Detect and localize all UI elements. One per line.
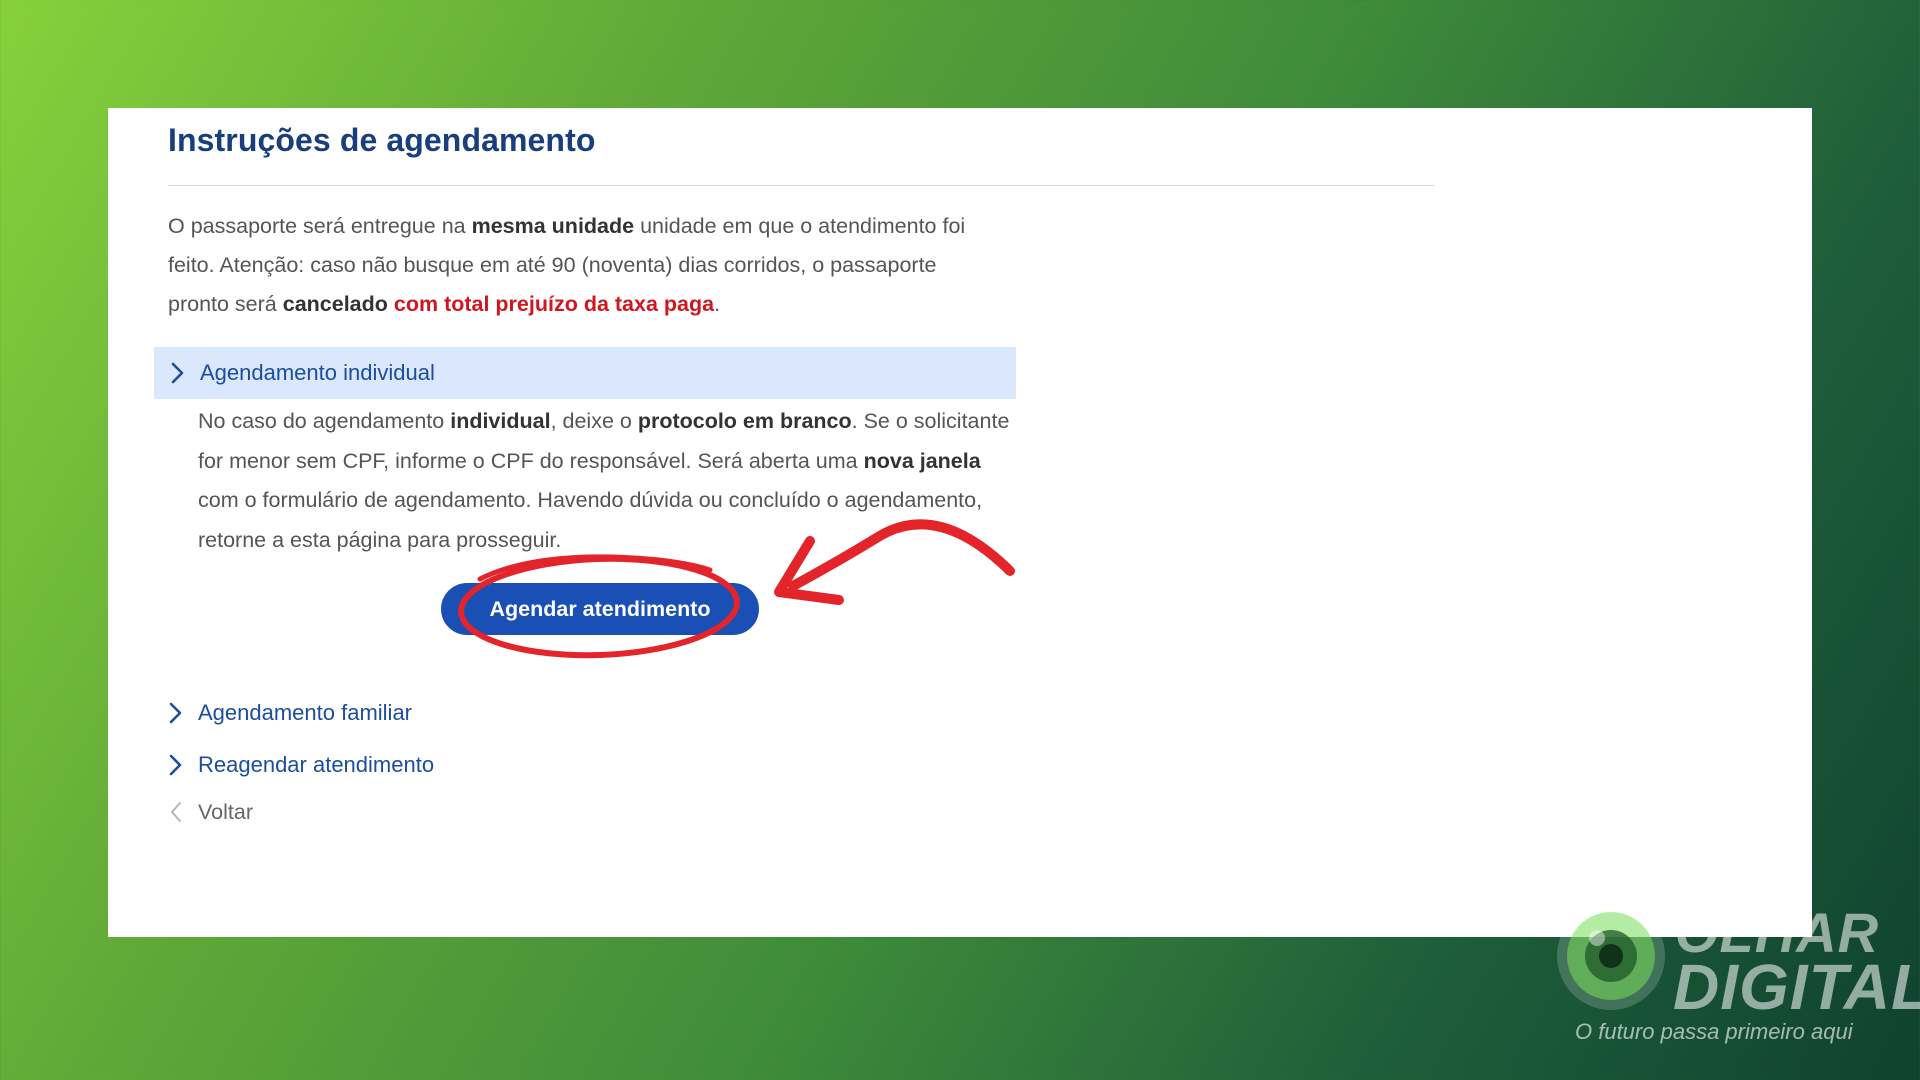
title-divider — [168, 185, 1434, 186]
accordion-familiar-header[interactable]: Agendamento familiar — [162, 699, 412, 727]
individual-text-2: , deixe o — [550, 409, 638, 433]
chevron-right-icon — [162, 699, 190, 727]
intro-warning: com total prejuízo da taxa paga — [393, 292, 715, 316]
annotation-circle-tail — [477, 554, 713, 582]
back-link[interactable]: Voltar — [162, 798, 253, 826]
accordion-reagendar-header[interactable]: Reagendar atendimento — [162, 751, 434, 779]
individual-text-1: No caso do agendamento — [198, 409, 451, 433]
accordion-familiar-label: Agendamento familiar — [198, 700, 413, 725]
accordion-individual-body: No caso do agendamento individual, deixe… — [198, 402, 1018, 560]
schedule-appointment-button[interactable]: Agendar atendimento — [441, 583, 759, 635]
accordion-individual-header[interactable]: Agendamento individual — [154, 347, 1016, 399]
individual-bold-3: nova janela — [863, 448, 981, 473]
watermark-word-2: DIGITAL — [1673, 951, 1920, 1023]
intro-text-1: O passaporte será entregue na — [168, 214, 472, 238]
chevron-right-icon — [162, 751, 190, 779]
chevron-right-icon — [164, 359, 192, 387]
chevron-left-icon — [162, 798, 190, 826]
back-label: Voltar — [198, 799, 253, 824]
intro-bold-cancelled: cancelado — [282, 292, 388, 316]
content-panel: Instruções de agendamento O passaporte s… — [108, 108, 1812, 937]
watermark-tagline: O futuro passa primeiro aqui — [1575, 1019, 1853, 1044]
accordion-individual-label: Agendamento individual — [200, 360, 435, 385]
intro-bold-same-unit: mesma unidade — [471, 214, 635, 238]
eye-icon — [1557, 902, 1665, 1010]
intro-paragraph: O passaporte será entregue na mesma unid… — [168, 207, 998, 324]
individual-bold-1: individual — [450, 409, 551, 433]
accordion-reagendar-label: Reagendar atendimento — [198, 752, 435, 777]
individual-text-4: com o formulário de agendamento. Havendo… — [198, 488, 983, 552]
page-title: Instruções de agendamento — [168, 122, 596, 158]
individual-bold-2: protocolo em branco — [637, 409, 852, 433]
intro-text-4: . — [714, 292, 721, 316]
